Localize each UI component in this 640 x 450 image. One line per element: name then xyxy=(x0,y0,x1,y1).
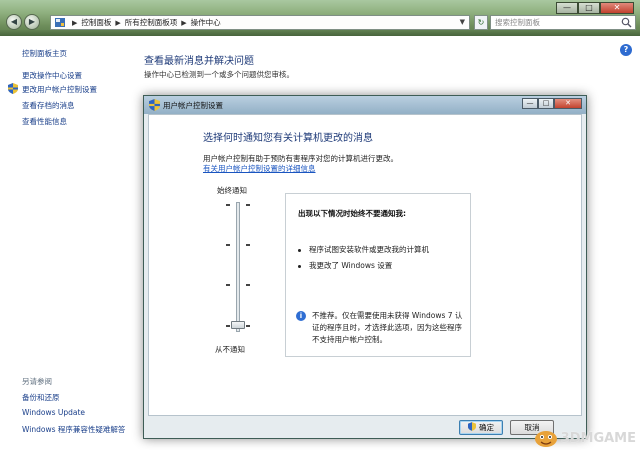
notification-level-slider[interactable] xyxy=(236,202,240,332)
breadcrumb-separator-icon: ▶ xyxy=(72,18,78,27)
uac-shield-icon xyxy=(149,99,160,111)
dialog-body: 选择何时通知您有关计算机更改的消息 用户帐户控制有助于预防有害程序对您的计算机进… xyxy=(148,114,582,416)
page-subtitle: 操作中心已检测到一个或多个问题供您审核。 xyxy=(144,70,294,79)
navigation-bar: ◀ ▶ ▶ 控制面板 ▶ 所有控制面板项 ▶ 操作中心 ▼ ↻ 搜索控制面板 xyxy=(0,12,640,32)
bullet-icon xyxy=(298,248,301,252)
slider-tick xyxy=(226,204,230,206)
uac-help-link[interactable]: 有关用户帐户控制设置的详细信息 xyxy=(203,163,316,174)
sidebar-item-control-panel-home[interactable]: 控制面板主页 xyxy=(22,48,67,59)
see-also-heading: 另请参阅 xyxy=(22,377,52,386)
breadcrumb-item-all-items[interactable]: 所有控制面板项 xyxy=(125,17,178,28)
search-input[interactable]: 搜索控制面板 xyxy=(490,15,636,30)
info-icon: i xyxy=(296,311,306,321)
breadcrumb-item-action-center[interactable]: 操作中心 xyxy=(191,17,221,28)
level-description-box: 出现以下情况时始终不要通知我: 程序试图安装软件或更改我的计算机 我更改了 Wi… xyxy=(285,193,471,357)
list-item: 我更改了 Windows 设置 xyxy=(298,260,392,271)
dialog-close-button[interactable]: ✕ xyxy=(554,98,582,109)
breadcrumb-separator-icon: ▶ xyxy=(181,18,187,27)
breadcrumb: ▶ 控制面板 ▶ 所有控制面板项 ▶ 操作中心 xyxy=(68,17,221,28)
watermark-text: 3DMGAME xyxy=(560,430,636,446)
dialog-minimize-button[interactable]: — xyxy=(522,98,538,109)
ok-button-label: 确定 xyxy=(479,423,494,432)
help-icon[interactable]: ? xyxy=(620,44,632,56)
control-panel-icon xyxy=(55,18,65,27)
slider-tick xyxy=(246,204,250,206)
level-description-title: 出现以下情况时始终不要通知我: xyxy=(298,209,406,218)
address-bar[interactable]: ▶ 控制面板 ▶ 所有控制面板项 ▶ 操作中心 ▼ xyxy=(50,15,470,30)
sidebar-item-performance-info[interactable]: 查看性能信息 xyxy=(22,116,67,127)
sidebar-item-backup-restore[interactable]: 备份和还原 xyxy=(22,392,60,403)
address-dropdown-icon[interactable]: ▼ xyxy=(460,18,465,26)
sidebar-item-change-uac-settings[interactable]: 更改用户帐户控制设置 xyxy=(22,84,97,95)
sidebar-item-windows-update[interactable]: Windows Update xyxy=(22,408,85,417)
slider-tick xyxy=(226,284,230,286)
dialog-footer: 确定 取消 xyxy=(144,418,586,440)
slider-label-always-notify: 始终通知 xyxy=(217,186,247,195)
search-icon xyxy=(621,17,632,28)
dialog-window-controls: — □ ✕ xyxy=(522,98,582,109)
bullet-icon xyxy=(298,264,301,268)
page-title: 查看最新消息并解决问题 xyxy=(144,56,254,67)
slider-label-never-notify: 从不通知 xyxy=(215,345,245,354)
sidebar: 控制面板主页 更改操作中心设置 更改用户帐户控制设置 查看存档的消息 查看性能信… xyxy=(0,36,138,450)
dialog-maximize-button[interactable]: □ xyxy=(538,98,554,109)
slider-tick xyxy=(246,284,250,286)
ok-button[interactable]: 确定 xyxy=(459,420,503,435)
dialog-title: 用户帐户控制设置 xyxy=(163,101,223,110)
watermark-logo-icon xyxy=(534,431,557,447)
level-warning-note: 不推荐。仅在需要使用未获得 Windows 7 认证的程序且时，才选择此选项，因… xyxy=(312,311,463,344)
slider-tick xyxy=(246,325,250,327)
search-placeholder: 搜索控制面板 xyxy=(495,18,540,27)
list-item: 程序试图安装软件或更改我的计算机 xyxy=(298,244,429,255)
refresh-button[interactable]: ↻ xyxy=(474,15,488,30)
bullet-text: 程序试图安装软件或更改我的计算机 xyxy=(309,245,429,254)
slider-tick xyxy=(246,244,250,246)
sidebar-item-archived-messages[interactable]: 查看存档的消息 xyxy=(22,100,75,111)
uac-settings-dialog: 用户帐户控制设置 — □ ✕ 选择何时通知您有关计算机更改的消息 用户帐户控制有… xyxy=(143,95,587,439)
uac-shield-icon xyxy=(468,422,476,431)
slider-thumb[interactable] xyxy=(231,321,245,329)
watermark: 3DMGAME xyxy=(533,428,636,448)
bullet-text: 我更改了 Windows 设置 xyxy=(309,261,393,270)
uac-shield-icon xyxy=(8,83,18,94)
breadcrumb-item-control-panel[interactable]: 控制面板 xyxy=(81,17,111,28)
slider-tick xyxy=(226,325,230,327)
breadcrumb-separator-icon: ▶ xyxy=(115,18,121,27)
back-button[interactable]: ◀ xyxy=(6,14,22,30)
dialog-titlebar: 用户帐户控制设置 — □ ✕ xyxy=(144,96,586,114)
dialog-heading: 选择何时通知您有关计算机更改的消息 xyxy=(203,133,373,144)
sidebar-item-compatibility-troubleshooter[interactable]: Windows 程序兼容性疑难解答 xyxy=(22,424,125,435)
forward-button[interactable]: ▶ xyxy=(24,14,40,30)
slider-tick xyxy=(226,244,230,246)
sidebar-item-change-action-center[interactable]: 更改操作中心设置 xyxy=(22,70,82,81)
